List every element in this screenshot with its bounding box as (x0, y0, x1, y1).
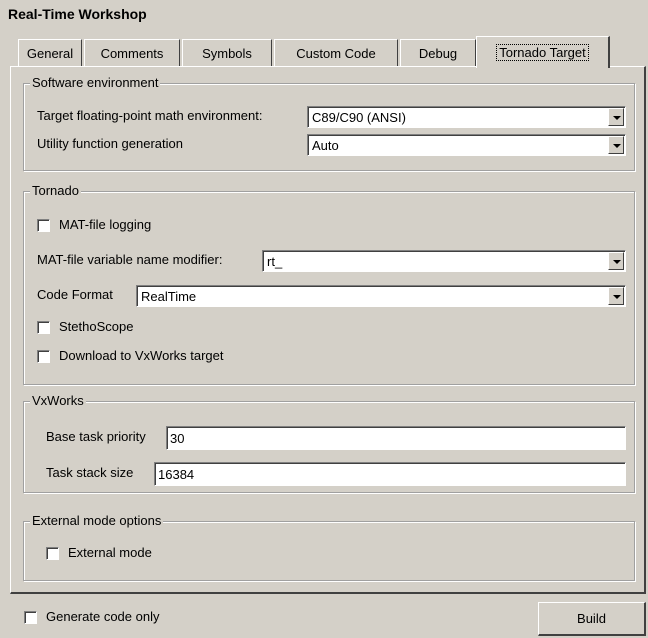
generate-code-only-checkbox[interactable] (24, 611, 37, 624)
vxworks-group: VxWorks Base task priority 30 Task stack… (23, 393, 635, 493)
tab-debug[interactable]: Debug (400, 39, 476, 66)
stack-size-label: Task stack size (46, 465, 134, 480)
external-mode-label: External mode (68, 545, 152, 560)
tab-label: Symbols (202, 45, 252, 61)
group-legend: Software environment (30, 75, 161, 90)
tab-label: Tornado Target (496, 44, 589, 61)
tab-tornado-target[interactable]: Tornado Target (476, 36, 610, 68)
base-priority-label: Base task priority (46, 429, 146, 444)
stethoscope-checkbox[interactable] (37, 321, 50, 334)
generate-code-only-label: Generate code only (46, 609, 160, 624)
code-format-select[interactable]: RealTime (136, 285, 626, 307)
tab-label: General (26, 45, 74, 61)
tab-label: Comments (100, 45, 164, 61)
external-mode-group: External mode options External mode (23, 513, 635, 581)
tab-general[interactable]: General (18, 39, 82, 66)
chevron-down-icon[interactable] (608, 136, 624, 154)
math-env-value: C89/C90 (ANSI) (312, 110, 406, 125)
tab-label: Custom Code (296, 45, 376, 61)
stack-size-input[interactable]: 16384 (154, 462, 626, 486)
chevron-down-icon[interactable] (608, 108, 624, 126)
download-vxworks-label: Download to VxWorks target (59, 348, 224, 363)
download-vxworks-checkbox[interactable] (37, 350, 50, 363)
tornado-group: Tornado MAT-file logging MAT-file variab… (23, 183, 635, 385)
chevron-down-icon[interactable] (608, 287, 624, 305)
base-priority-input[interactable]: 30 (166, 426, 626, 450)
stack-size-value: 16384 (158, 467, 195, 482)
tab-panel: Software environment Target floating-poi… (10, 66, 646, 594)
tab-symbols[interactable]: Symbols (182, 39, 272, 66)
group-legend: VxWorks (30, 393, 86, 408)
group-legend: External mode options (30, 513, 164, 528)
tab-comments[interactable]: Comments (84, 39, 180, 66)
window-title: Real-Time Workshop (8, 6, 147, 22)
math-env-label: Target floating-point math environment: (37, 108, 263, 123)
stethoscope-label: StethoScope (59, 319, 134, 334)
math-env-select[interactable]: C89/C90 (ANSI) (307, 106, 626, 128)
chevron-down-icon[interactable] (608, 252, 624, 270)
tab-custom-code[interactable]: Custom Code (274, 39, 398, 66)
external-mode-checkbox[interactable] (46, 547, 59, 560)
utility-function-select[interactable]: Auto (307, 134, 626, 156)
build-button-label: Build (577, 611, 606, 626)
mat-logging-label: MAT-file logging (59, 217, 152, 232)
utility-function-value: Auto (312, 138, 339, 153)
software-environment-group: Software environment Target floating-poi… (23, 75, 635, 171)
tab-label: Debug (418, 45, 458, 61)
mat-modifier-combo[interactable]: rt_ (262, 250, 626, 272)
build-button[interactable]: Build (538, 602, 646, 636)
mat-logging-checkbox[interactable] (37, 219, 50, 232)
group-legend: Tornado (30, 183, 81, 198)
utility-function-label: Utility function generation (37, 136, 183, 151)
mat-modifier-label: MAT-file variable name modifier: (37, 252, 223, 267)
code-format-label: Code Format (37, 287, 113, 302)
base-priority-value: 30 (170, 431, 185, 446)
mat-modifier-value: rt_ (267, 254, 283, 269)
code-format-value: RealTime (141, 289, 197, 304)
